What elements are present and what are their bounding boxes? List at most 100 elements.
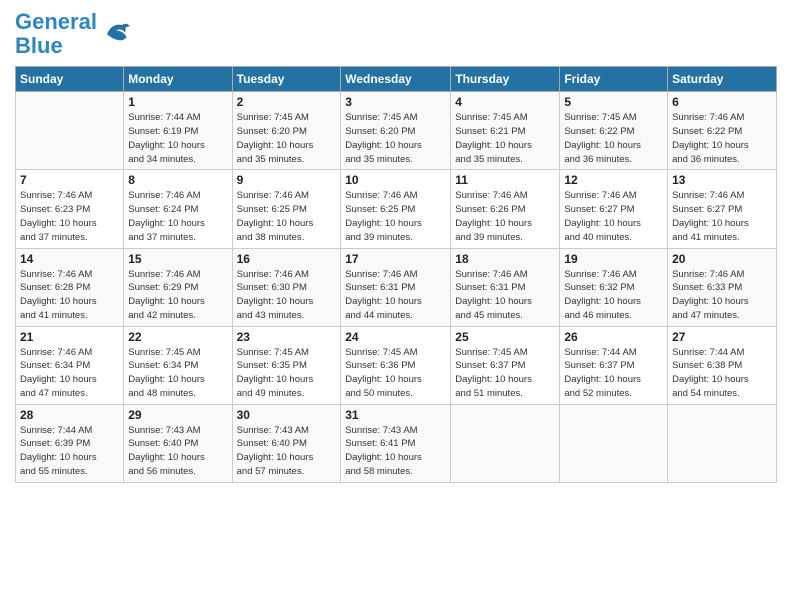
day-number: 10: [345, 173, 446, 187]
calendar-cell: 15Sunrise: 7:46 AM Sunset: 6:29 PM Dayli…: [124, 248, 232, 326]
day-info: Sunrise: 7:44 AM Sunset: 6:38 PM Dayligh…: [672, 346, 772, 401]
day-number: 2: [237, 95, 337, 109]
day-info: Sunrise: 7:45 AM Sunset: 6:22 PM Dayligh…: [564, 111, 663, 166]
day-info: Sunrise: 7:46 AM Sunset: 6:23 PM Dayligh…: [20, 189, 119, 244]
calendar-cell: [16, 92, 124, 170]
calendar-cell: 7 Sunrise: 7:46 AM Sunset: 6:23 PM Daylig…: [16, 170, 124, 248]
day-number: 31: [345, 408, 446, 422]
day-number: 15: [128, 252, 227, 266]
calendar-cell: 22Sunrise: 7:45 AM Sunset: 6:34 PM Dayli…: [124, 326, 232, 404]
calendar-cell: 23 Sunrise: 7:45 AM Sunset: 6:35 PM Dayli…: [232, 326, 341, 404]
day-number: 9: [237, 173, 337, 187]
day-number: 11: [455, 173, 555, 187]
day-info: Sunrise: 7:46 AM Sunset: 6:24 PM Dayligh…: [128, 189, 227, 244]
day-number: 17: [345, 252, 446, 266]
day-number: 30: [237, 408, 337, 422]
day-number: 18: [455, 252, 555, 266]
day-info: Sunrise: 7:46 AM Sunset: 6:34 PM Dayligh…: [20, 346, 119, 401]
calendar-cell: 17 Sunrise: 7:46 AM Sunset: 6:31 PM Dayli…: [341, 248, 451, 326]
day-info: Sunrise: 7:43 AM Sunset: 6:41 PM Dayligh…: [345, 424, 446, 479]
calendar-cell: 20 Sunrise: 7:46 AM Sunset: 6:33 PM Dayli…: [668, 248, 777, 326]
day-info: Sunrise: 7:45 AM Sunset: 6:21 PM Dayligh…: [455, 111, 555, 166]
logo-text: General Blue: [15, 10, 97, 58]
day-info: Sunrise: 7:45 AM Sunset: 6:34 PM Dayligh…: [128, 346, 227, 401]
calendar-cell: 18 Sunrise: 7:46 AM Sunset: 6:31 PM Dayli…: [451, 248, 560, 326]
col-tuesday: Tuesday: [232, 67, 341, 92]
header-row: Sunday Monday Tuesday Wednesday Thursday…: [16, 67, 777, 92]
day-number: 28: [20, 408, 119, 422]
day-info: Sunrise: 7:46 AM Sunset: 6:27 PM Dayligh…: [672, 189, 772, 244]
week-row-3: 14 Sunrise: 7:46 AM Sunset: 6:28 PM Dayli…: [16, 248, 777, 326]
day-number: 25: [455, 330, 555, 344]
day-number: 19: [564, 252, 663, 266]
day-number: 3: [345, 95, 446, 109]
calendar-cell: 21 Sunrise: 7:46 AM Sunset: 6:34 PM Dayli…: [16, 326, 124, 404]
calendar-cell: 30 Sunrise: 7:43 AM Sunset: 6:40 PM Dayli…: [232, 404, 341, 482]
day-number: 16: [237, 252, 337, 266]
logo: General Blue: [15, 10, 131, 58]
day-number: 24: [345, 330, 446, 344]
page: General Blue Sunday Monday Tuesday: [0, 0, 792, 612]
day-info: Sunrise: 7:46 AM Sunset: 6:28 PM Dayligh…: [20, 268, 119, 323]
day-info: Sunrise: 7:46 AM Sunset: 6:26 PM Dayligh…: [455, 189, 555, 244]
day-number: 14: [20, 252, 119, 266]
col-saturday: Saturday: [668, 67, 777, 92]
day-info: Sunrise: 7:46 AM Sunset: 6:33 PM Dayligh…: [672, 268, 772, 323]
calendar-cell: 10Sunrise: 7:46 AM Sunset: 6:25 PM Dayli…: [341, 170, 451, 248]
calendar-cell: 13 Sunrise: 7:46 AM Sunset: 6:27 PM Dayli…: [668, 170, 777, 248]
day-info: Sunrise: 7:46 AM Sunset: 6:31 PM Dayligh…: [455, 268, 555, 323]
calendar-cell: [560, 404, 668, 482]
logo-general: General: [15, 9, 97, 34]
day-number: 13: [672, 173, 772, 187]
day-info: Sunrise: 7:45 AM Sunset: 6:35 PM Dayligh…: [237, 346, 337, 401]
calendar-cell: 19 Sunrise: 7:46 AM Sunset: 6:32 PM Dayli…: [560, 248, 668, 326]
day-number: 8: [128, 173, 227, 187]
calendar-cell: [451, 404, 560, 482]
week-row-1: 1Sunrise: 7:44 AM Sunset: 6:19 PM Daylig…: [16, 92, 777, 170]
day-info: Sunrise: 7:45 AM Sunset: 6:20 PM Dayligh…: [345, 111, 446, 166]
day-info: Sunrise: 7:43 AM Sunset: 6:40 PM Dayligh…: [128, 424, 227, 479]
day-info: Sunrise: 7:46 AM Sunset: 6:32 PM Dayligh…: [564, 268, 663, 323]
calendar-cell: [668, 404, 777, 482]
day-info: Sunrise: 7:46 AM Sunset: 6:27 PM Dayligh…: [564, 189, 663, 244]
calendar-cell: 8 Sunrise: 7:46 AM Sunset: 6:24 PM Daylig…: [124, 170, 232, 248]
calendar-cell: 3 Sunrise: 7:45 AM Sunset: 6:20 PM Daylig…: [341, 92, 451, 170]
day-info: Sunrise: 7:46 AM Sunset: 6:22 PM Dayligh…: [672, 111, 772, 166]
day-number: 27: [672, 330, 772, 344]
calendar-cell: 1Sunrise: 7:44 AM Sunset: 6:19 PM Daylig…: [124, 92, 232, 170]
calendar-cell: 4Sunrise: 7:45 AM Sunset: 6:21 PM Daylig…: [451, 92, 560, 170]
day-number: 5: [564, 95, 663, 109]
day-info: Sunrise: 7:45 AM Sunset: 6:37 PM Dayligh…: [455, 346, 555, 401]
week-row-5: 28 Sunrise: 7:44 AM Sunset: 6:39 PM Dayli…: [16, 404, 777, 482]
day-info: Sunrise: 7:45 AM Sunset: 6:20 PM Dayligh…: [237, 111, 337, 166]
calendar-cell: 26 Sunrise: 7:44 AM Sunset: 6:37 PM Dayli…: [560, 326, 668, 404]
calendar-cell: 16Sunrise: 7:46 AM Sunset: 6:30 PM Dayli…: [232, 248, 341, 326]
week-row-4: 21 Sunrise: 7:46 AM Sunset: 6:34 PM Dayli…: [16, 326, 777, 404]
day-number: 23: [237, 330, 337, 344]
col-monday: Monday: [124, 67, 232, 92]
calendar-cell: 31 Sunrise: 7:43 AM Sunset: 6:41 PM Dayli…: [341, 404, 451, 482]
day-number: 29: [128, 408, 227, 422]
calendar-cell: 5 Sunrise: 7:45 AM Sunset: 6:22 PM Daylig…: [560, 92, 668, 170]
calendar-cell: 25 Sunrise: 7:45 AM Sunset: 6:37 PM Dayli…: [451, 326, 560, 404]
calendar-table: Sunday Monday Tuesday Wednesday Thursday…: [15, 66, 777, 482]
calendar-cell: 12Sunrise: 7:46 AM Sunset: 6:27 PM Dayli…: [560, 170, 668, 248]
calendar-cell: 27 Sunrise: 7:44 AM Sunset: 6:38 PM Dayli…: [668, 326, 777, 404]
day-number: 1: [128, 95, 227, 109]
day-number: 26: [564, 330, 663, 344]
calendar-cell: 11 Sunrise: 7:46 AM Sunset: 6:26 PM Dayli…: [451, 170, 560, 248]
day-info: Sunrise: 7:46 AM Sunset: 6:31 PM Dayligh…: [345, 268, 446, 323]
day-number: 7: [20, 173, 119, 187]
day-number: 21: [20, 330, 119, 344]
calendar-cell: 14 Sunrise: 7:46 AM Sunset: 6:28 PM Dayli…: [16, 248, 124, 326]
day-number: 20: [672, 252, 772, 266]
calendar-cell: 29 Sunrise: 7:43 AM Sunset: 6:40 PM Dayli…: [124, 404, 232, 482]
day-info: Sunrise: 7:43 AM Sunset: 6:40 PM Dayligh…: [237, 424, 337, 479]
day-info: Sunrise: 7:44 AM Sunset: 6:39 PM Dayligh…: [20, 424, 119, 479]
day-info: Sunrise: 7:46 AM Sunset: 6:25 PM Dayligh…: [237, 189, 337, 244]
day-info: Sunrise: 7:44 AM Sunset: 6:37 PM Dayligh…: [564, 346, 663, 401]
col-friday: Friday: [560, 67, 668, 92]
calendar-cell: 28 Sunrise: 7:44 AM Sunset: 6:39 PM Dayli…: [16, 404, 124, 482]
calendar-cell: 6Sunrise: 7:46 AM Sunset: 6:22 PM Daylig…: [668, 92, 777, 170]
calendar-cell: 24Sunrise: 7:45 AM Sunset: 6:36 PM Dayli…: [341, 326, 451, 404]
